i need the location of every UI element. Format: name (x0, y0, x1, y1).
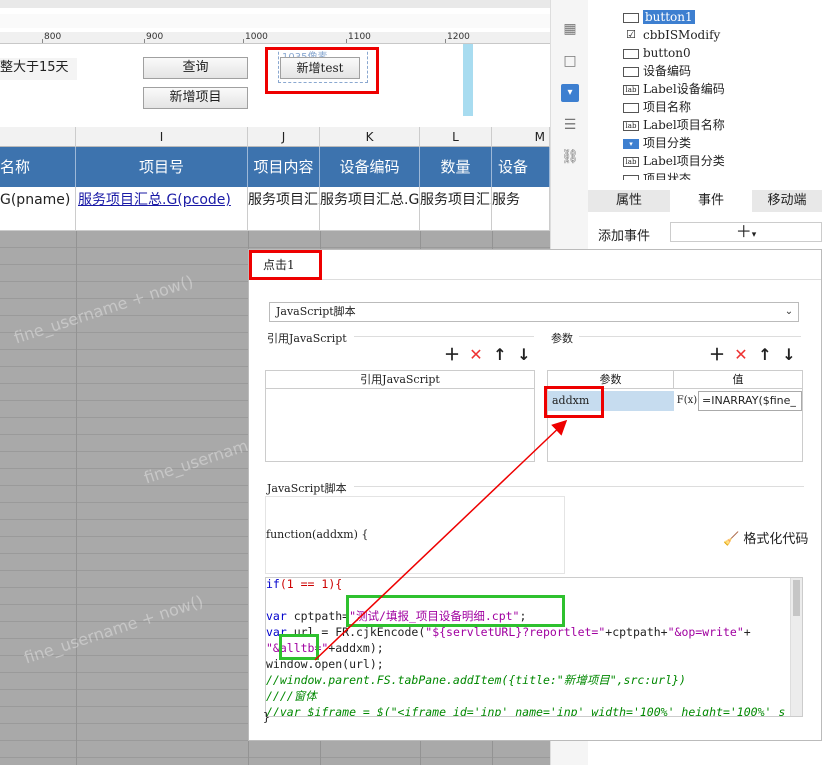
annotation-arrow (314, 419, 568, 661)
